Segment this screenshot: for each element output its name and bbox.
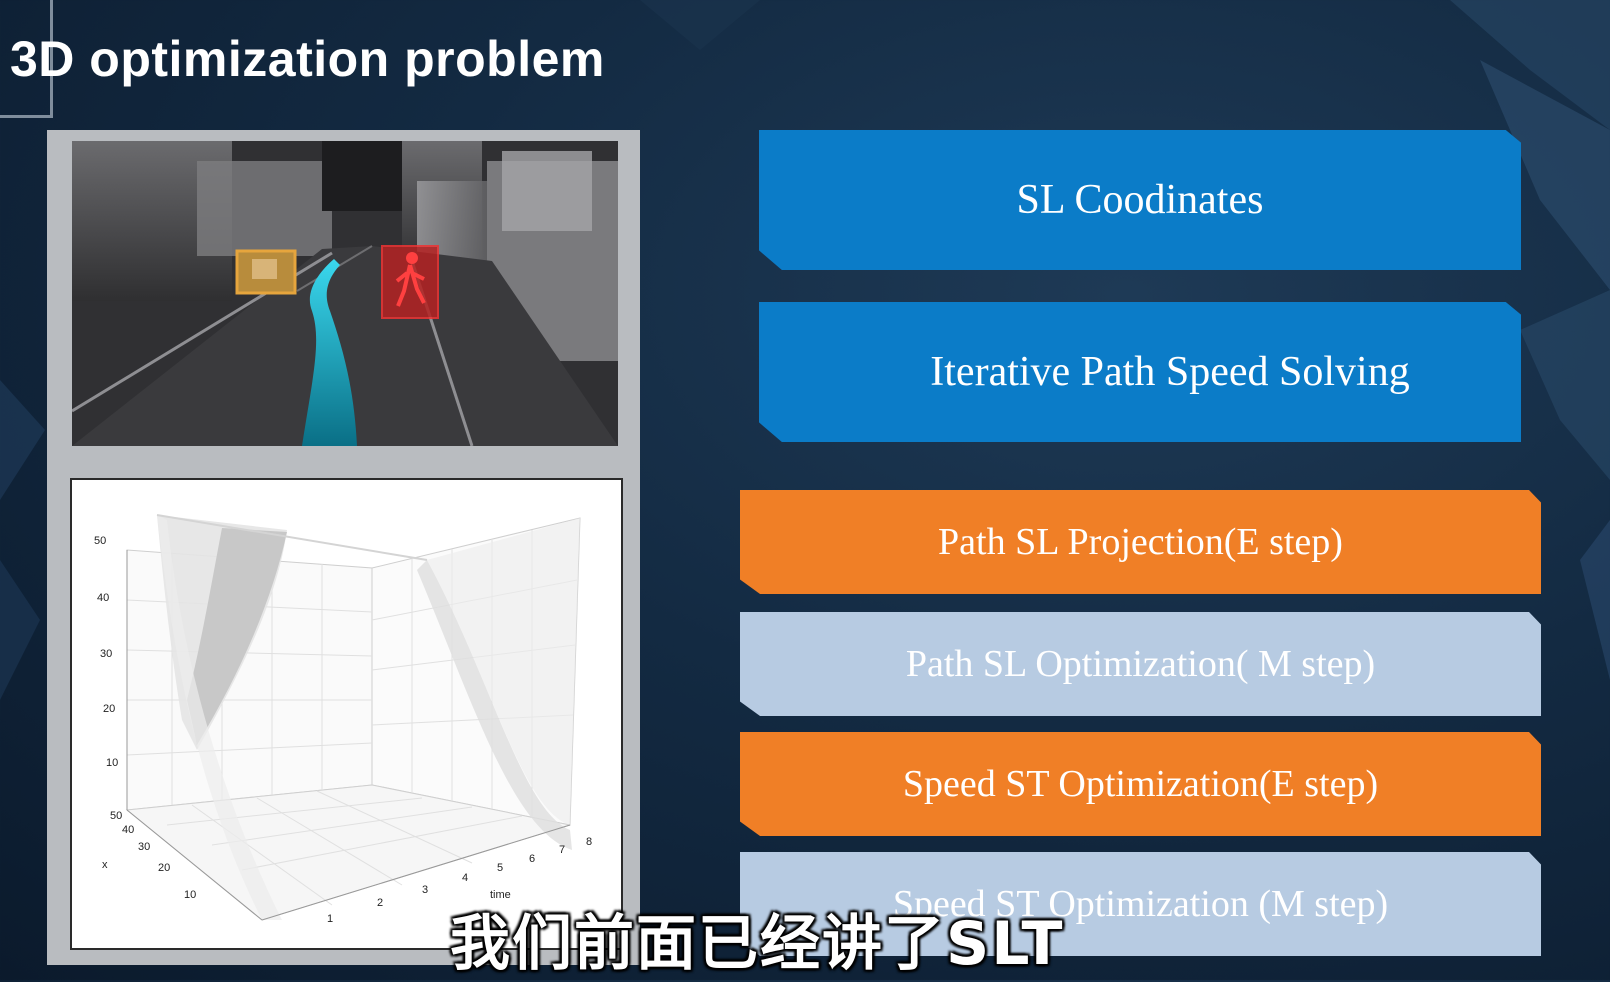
path-sl-optimization-box: Path SL Optimization( M step) (740, 612, 1541, 716)
z-tick: 50 (94, 535, 106, 547)
x-tick: 20 (158, 862, 170, 874)
time-tick: 7 (559, 844, 565, 856)
x-tick: 10 (184, 889, 196, 901)
time-tick: 8 (586, 836, 592, 848)
sl-coordinates-box: SL Coodinates (759, 130, 1521, 270)
time-tick: 1 (327, 913, 333, 925)
3d-surface-plot-svg: 50 40 30 20 10 50 40 30 20 10 x 1 2 3 4 … (94, 514, 592, 925)
x-tick: 30 (138, 841, 150, 853)
x-axis-label: x (102, 859, 108, 871)
video-subtitle: 我们前面已经讲了SLT (450, 909, 1065, 979)
iterative-solving-box: Iterative Path Speed Solving (759, 302, 1521, 442)
path-sl-projection-label: Path SL Projection(E step) (938, 521, 1343, 563)
time-tick: 4 (462, 872, 468, 884)
z-tick: 10 (106, 757, 118, 769)
z-tick: 50 (110, 810, 122, 822)
time-tick: 2 (377, 897, 383, 909)
z-tick: 20 (103, 703, 115, 715)
figure-panel: 50 40 30 20 10 50 40 30 20 10 x 1 2 3 4 … (47, 130, 640, 965)
iterative-solving-label: Iterative Path Speed Solving (930, 349, 1410, 395)
path-sl-projection-box: Path SL Projection(E step) (740, 490, 1541, 594)
speed-st-optimization-e-label: Speed ST Optimization(E step) (902, 763, 1379, 805)
driving-scene-image (72, 141, 618, 446)
3d-surface-plot: 50 40 30 20 10 50 40 30 20 10 x 1 2 3 4 … (70, 478, 623, 950)
time-tick: 5 (497, 862, 503, 874)
z-tick: 30 (100, 648, 112, 660)
page-title: 3D optimization problem (10, 31, 605, 87)
driving-scene-illustration (72, 141, 618, 446)
z-tick: 40 (97, 592, 109, 604)
speed-st-optimization-e-box: Speed ST Optimization(E step) (740, 732, 1541, 836)
time-tick: 3 (422, 884, 428, 896)
path-sl-optimization-label: Path SL Optimization( M step) (905, 643, 1376, 685)
sl-coordinates-label: SL Coodinates (1016, 177, 1264, 223)
time-tick: 6 (529, 853, 535, 865)
x-tick: 40 (122, 824, 134, 836)
